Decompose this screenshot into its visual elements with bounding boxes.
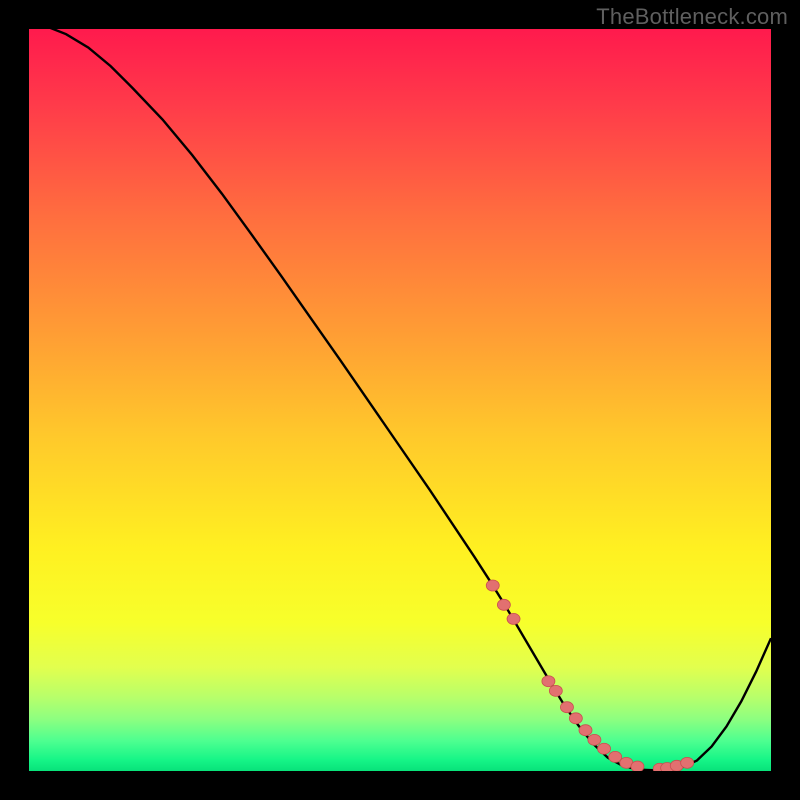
optimum-marker xyxy=(549,685,562,696)
optimum-marker xyxy=(497,599,510,610)
chart-frame: TheBottleneck.com xyxy=(0,0,800,800)
optimum-marker xyxy=(569,713,582,724)
optimum-marker xyxy=(507,613,520,624)
watermark-text: TheBottleneck.com xyxy=(596,4,788,30)
gradient-background xyxy=(29,29,771,771)
optimum-marker xyxy=(609,751,622,762)
optimum-marker xyxy=(579,725,592,736)
optimum-marker xyxy=(588,734,601,745)
optimum-marker xyxy=(542,676,555,687)
optimum-marker xyxy=(486,580,499,591)
optimum-marker xyxy=(598,743,611,754)
optimum-marker xyxy=(681,757,694,768)
bottleneck-plot xyxy=(29,29,771,771)
optimum-marker xyxy=(631,761,644,771)
optimum-marker xyxy=(560,702,573,713)
